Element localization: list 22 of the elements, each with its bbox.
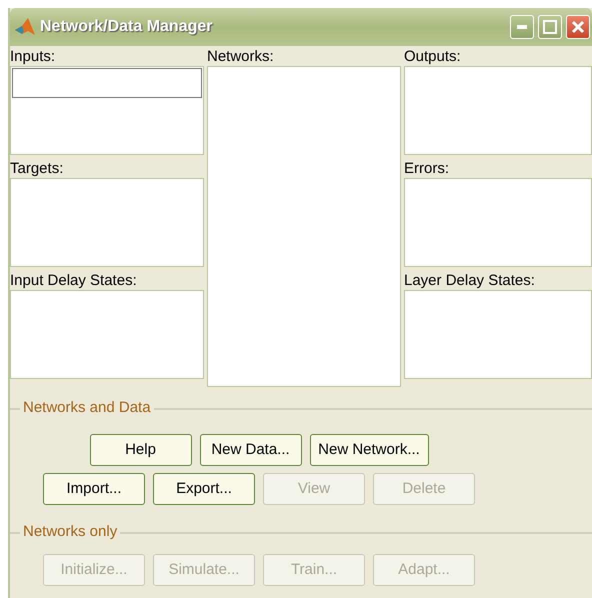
list-label: Errors: xyxy=(404,160,450,178)
action-button[interactable]: New Data... xyxy=(200,434,302,466)
list-label: Networks: xyxy=(207,48,275,66)
list-label: Layer Delay States: xyxy=(404,272,536,290)
maximize-button[interactable] xyxy=(538,15,562,39)
group-title: Networks only xyxy=(20,523,120,541)
app-logo-icon xyxy=(14,17,36,37)
maximize-icon xyxy=(543,20,557,34)
action-button[interactable]: Import... xyxy=(43,473,145,505)
list-box[interactable] xyxy=(10,66,204,155)
list-label: Targets: xyxy=(10,160,64,178)
action-button[interactable]: Help xyxy=(90,434,192,466)
list-label: Inputs: xyxy=(10,48,56,66)
list-label: Outputs: xyxy=(404,48,462,66)
window-title: Network/Data Manager xyxy=(40,17,212,37)
minimize-button[interactable] xyxy=(510,15,534,39)
action-button[interactable]: Export... xyxy=(153,473,255,505)
close-icon xyxy=(571,20,585,34)
action-button[interactable]: New Network... xyxy=(310,434,428,466)
close-button[interactable] xyxy=(566,15,590,39)
minimize-icon xyxy=(517,25,527,29)
list-label: Input Delay States: xyxy=(10,272,138,290)
